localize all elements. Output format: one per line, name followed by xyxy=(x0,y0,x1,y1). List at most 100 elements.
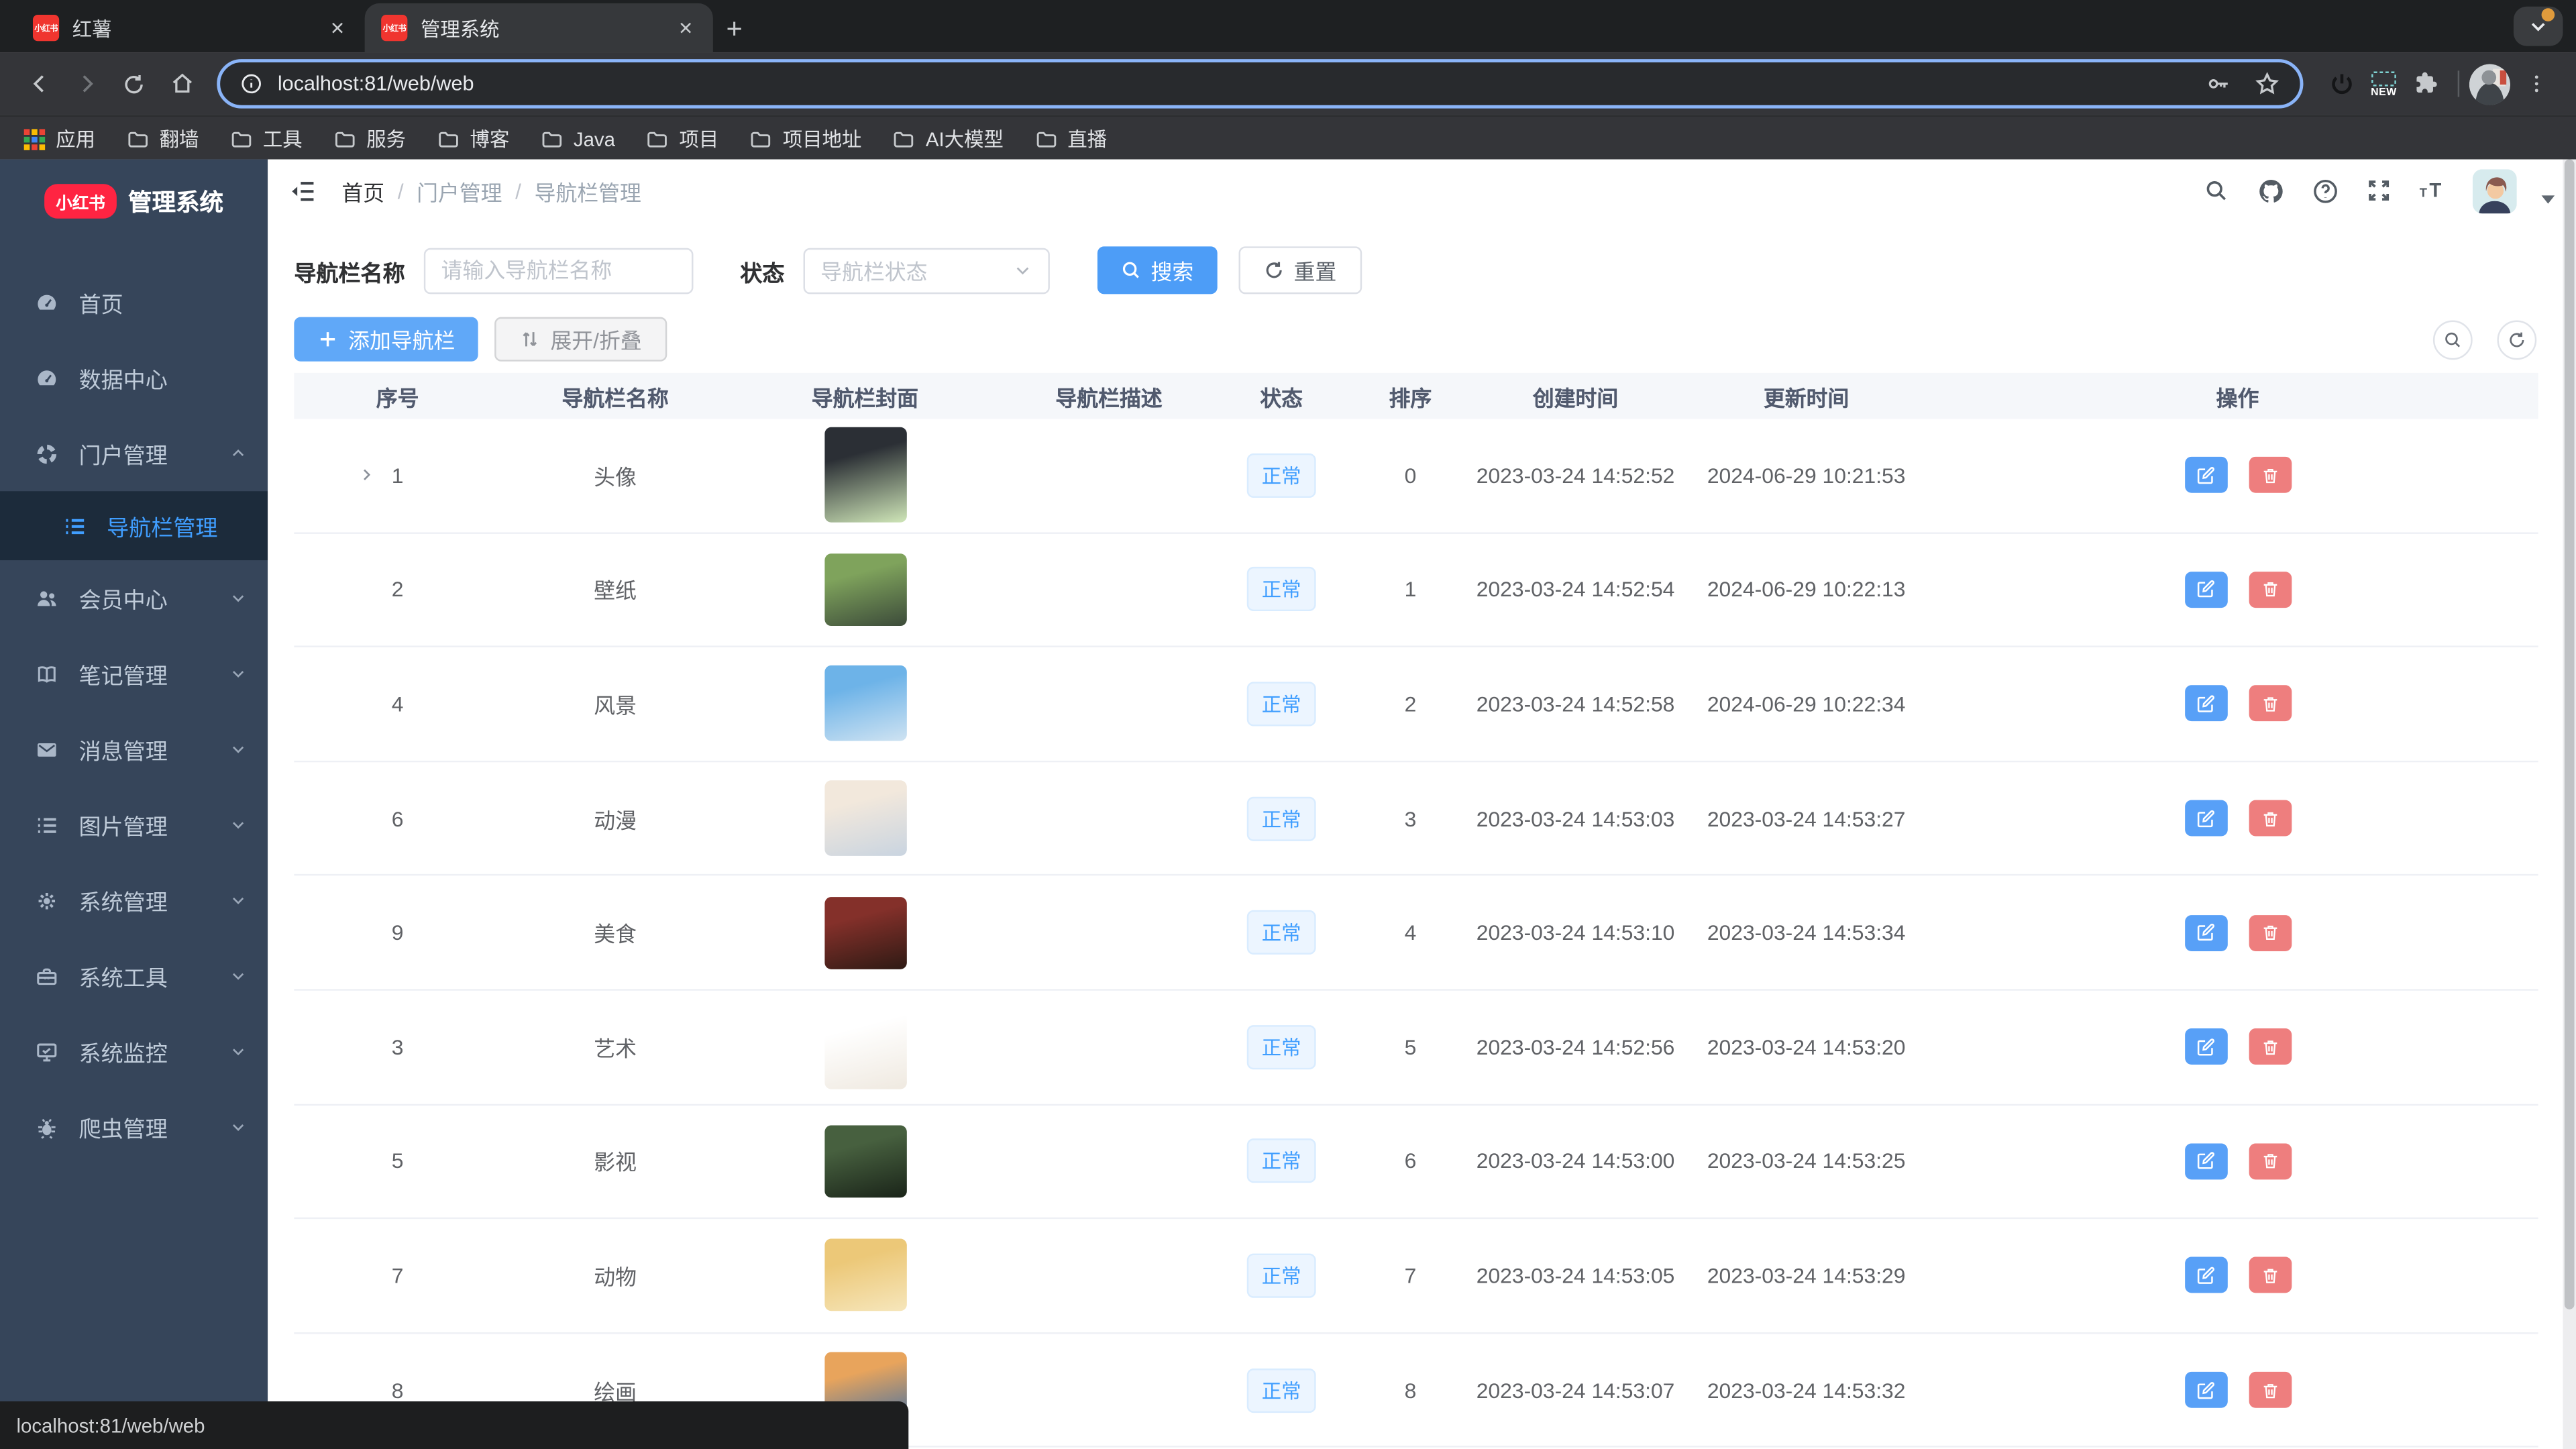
delete-button[interactable] xyxy=(2248,458,2291,494)
nav-cover-image[interactable] xyxy=(824,1240,906,1312)
sidebar-item-image-manage[interactable]: 图片管理 xyxy=(0,787,268,863)
table-row: 4风景正常22023-03-24 14:52:582024-06-29 10:2… xyxy=(294,647,2538,761)
breadcrumb-portal[interactable]: 门户管理 xyxy=(417,175,502,207)
sidebar-fold-icon[interactable] xyxy=(289,176,317,205)
user-avatar[interactable] xyxy=(2473,168,2517,213)
bookmark-item[interactable]: 应用 xyxy=(23,125,95,153)
edit-button[interactable] xyxy=(2184,572,2227,608)
expand-row-icon[interactable] xyxy=(358,467,374,483)
delete-button[interactable] xyxy=(2248,1029,2291,1065)
delete-button[interactable] xyxy=(2248,686,2291,722)
bookmark-item[interactable]: AI大模型 xyxy=(893,125,1004,153)
forward-icon[interactable] xyxy=(64,62,109,106)
search-button[interactable]: 搜索 xyxy=(1097,246,1217,294)
sidebar-item-portal[interactable]: 门户管理 xyxy=(0,416,268,492)
breadcrumb: 首页 / 门户管理 / 导航栏管理 xyxy=(341,175,641,207)
sidebar-item-home[interactable]: 首页 xyxy=(0,264,268,340)
extensions-puzzle-icon[interactable] xyxy=(2404,62,2448,106)
reset-button[interactable]: 重置 xyxy=(1238,246,1361,294)
edit-button[interactable] xyxy=(2184,1258,2227,1294)
delete-button[interactable] xyxy=(2248,1372,2291,1408)
delete-button[interactable] xyxy=(2248,572,2291,608)
bookmark-item[interactable]: Java xyxy=(541,127,615,150)
scrollbar-thumb[interactable] xyxy=(2565,160,2575,1309)
bookmark-item[interactable]: 项目 xyxy=(647,125,719,153)
site-info-icon[interactable] xyxy=(240,72,263,95)
refresh-table-circle-button[interactable] xyxy=(2497,321,2536,360)
sidebar-item-navbar-manage[interactable]: 导航栏管理 xyxy=(0,491,268,560)
show-search-circle-button[interactable] xyxy=(2433,321,2473,360)
address-bar[interactable]: localhost:81/web/web xyxy=(217,59,2303,108)
edit-button[interactable] xyxy=(2184,686,2227,722)
app-logo[interactable]: 小红书 管理系统 xyxy=(0,162,268,238)
sidebar-item-system-monitor[interactable]: 系统监控 xyxy=(0,1014,268,1089)
nav-cover-image[interactable] xyxy=(824,1125,906,1197)
power-extension-icon[interactable] xyxy=(2320,62,2364,106)
delete-button[interactable] xyxy=(2248,1258,2291,1294)
password-key-icon[interactable] xyxy=(2205,70,2231,97)
sort-arrows-icon xyxy=(519,329,541,350)
sidebar-item-system-tools[interactable]: 系统工具 xyxy=(0,938,268,1014)
status-cell: 正常 xyxy=(1218,682,1346,726)
nav-cover-image[interactable] xyxy=(824,427,906,523)
nav-cover-image[interactable] xyxy=(824,553,906,626)
close-tab-icon[interactable]: ✕ xyxy=(675,14,696,42)
fullscreen-icon[interactable] xyxy=(2364,176,2394,205)
nav-name-filter-input[interactable] xyxy=(423,248,693,294)
compass-icon xyxy=(34,441,59,466)
browser-menu-kebab-icon[interactable] xyxy=(2514,62,2558,106)
help-icon[interactable] xyxy=(2310,176,2339,205)
browser-tab-1[interactable]: 小红书 红薯 ✕ xyxy=(16,3,364,52)
bookmark-item[interactable]: 服务 xyxy=(333,125,406,153)
edit-button[interactable] xyxy=(2184,458,2227,494)
tab-search-chevron-button[interactable] xyxy=(2514,7,2563,46)
sidebar-item-system-manage[interactable]: 系统管理 xyxy=(0,863,268,938)
nav-name-cell: 美食 xyxy=(501,917,729,949)
sidebar-item-message-manage[interactable]: 消息管理 xyxy=(0,711,268,787)
nav-cover-image[interactable] xyxy=(824,666,906,742)
add-navbar-button[interactable]: 添加导航栏 xyxy=(294,317,478,362)
column-header: 导航栏封面 xyxy=(729,380,1000,412)
header-search-icon[interactable] xyxy=(2202,176,2231,205)
nav-cover-image[interactable] xyxy=(824,896,906,969)
admin-app: 小红书 管理系统 首页数据中心门户管理导航栏管理会员中心笔记管理消息管理图片管理… xyxy=(0,160,2576,1449)
page-scrollbar[interactable] xyxy=(2563,160,2576,1449)
new-extension-icon[interactable]: NEW xyxy=(2367,66,2400,102)
bookmark-item[interactable]: 直播 xyxy=(1034,125,1107,153)
dashboard-icon xyxy=(34,290,59,315)
bookmark-item[interactable]: 翻墙 xyxy=(127,125,199,153)
delete-button[interactable] xyxy=(2248,800,2291,837)
reload-icon[interactable] xyxy=(112,62,156,106)
bookmark-item[interactable]: 项目地址 xyxy=(750,125,862,153)
back-icon[interactable] xyxy=(16,62,60,106)
sidebar-item-note-manage[interactable]: 笔记管理 xyxy=(0,636,268,712)
url-text[interactable]: localhost:81/web/web xyxy=(278,72,474,95)
delete-button[interactable] xyxy=(2248,914,2291,951)
home-icon[interactable] xyxy=(160,62,204,106)
font-size-icon[interactable]: TT xyxy=(2418,176,2448,205)
bookmark-label: AI大模型 xyxy=(926,125,1004,153)
breadcrumb-home[interactable]: 首页 xyxy=(341,175,384,207)
status-filter-select[interactable]: 导航栏状态 xyxy=(802,248,1049,294)
edit-button[interactable] xyxy=(2184,914,2227,951)
github-icon[interactable] xyxy=(2255,176,2285,205)
new-tab-button[interactable]: + xyxy=(726,13,742,46)
sidebar-item-member-center[interactable]: 会员中心 xyxy=(0,560,268,636)
browser-profile-avatar[interactable] xyxy=(2469,63,2510,104)
nav-cover-image[interactable] xyxy=(824,1004,906,1089)
browser-tab-2[interactable]: 小红书 管理系统 ✕ xyxy=(365,3,713,52)
bookmark-item[interactable]: 博客 xyxy=(437,125,510,153)
expand-collapse-button[interactable]: 展开/折叠 xyxy=(494,317,666,362)
close-tab-icon[interactable]: ✕ xyxy=(327,14,348,42)
bookmark-star-icon[interactable] xyxy=(2254,70,2280,97)
edit-button[interactable] xyxy=(2184,1143,2227,1179)
nav-cover-image[interactable] xyxy=(824,780,906,856)
edit-button[interactable] xyxy=(2184,800,2227,837)
sidebar-item-spider-manage[interactable]: 爬虫管理 xyxy=(0,1089,268,1165)
sidebar-item-data-center[interactable]: 数据中心 xyxy=(0,340,268,416)
edit-button[interactable] xyxy=(2184,1029,2227,1065)
delete-button[interactable] xyxy=(2248,1143,2291,1179)
user-menu-caret-icon[interactable] xyxy=(2542,195,2555,203)
edit-button[interactable] xyxy=(2184,1372,2227,1408)
bookmark-item[interactable]: 工具 xyxy=(230,125,303,153)
